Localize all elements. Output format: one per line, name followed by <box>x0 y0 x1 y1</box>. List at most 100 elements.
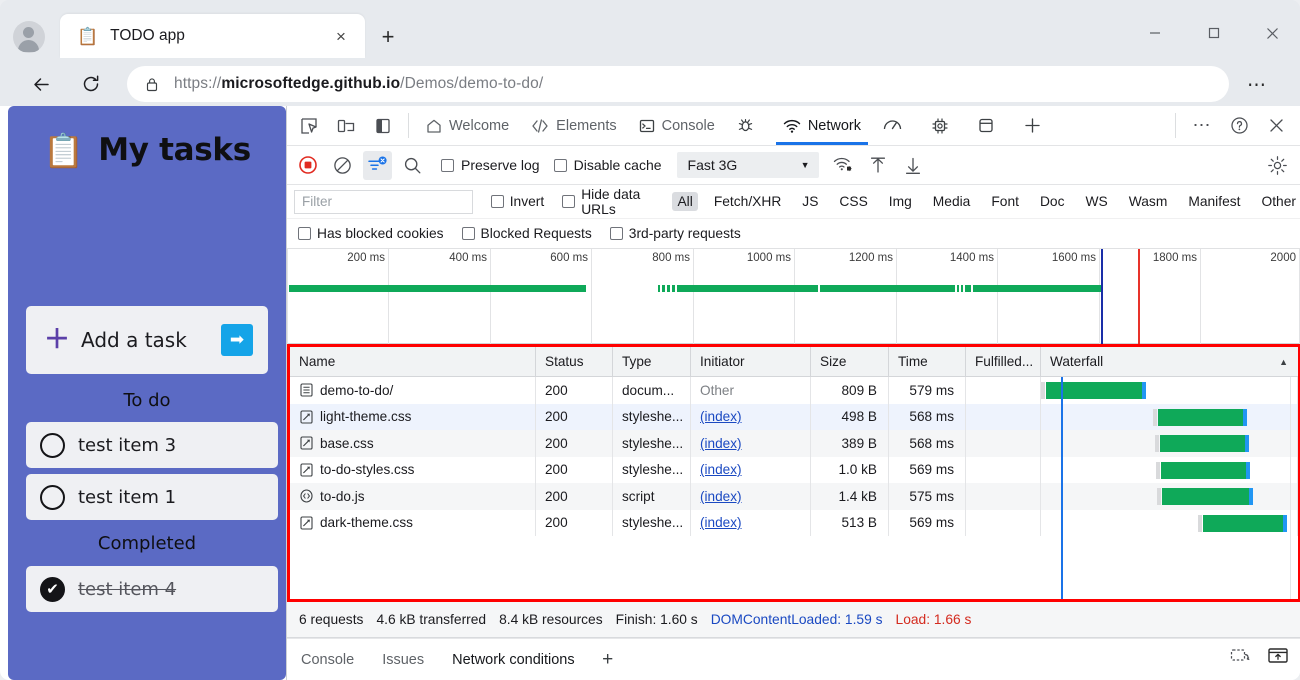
list-item[interactable]: ✔ test item 4 <box>26 566 278 612</box>
tab-application[interactable] <box>967 106 1012 145</box>
filter-type-doc[interactable]: Doc <box>1035 192 1070 211</box>
filter-type-media[interactable]: Media <box>928 192 976 211</box>
add-task-input[interactable]: ＋ Add a task ➡ <box>26 306 268 374</box>
cell-name[interactable]: light-theme.css <box>290 403 536 430</box>
browser-more-menu[interactable]: ⋯ <box>1247 74 1267 97</box>
task-checkbox[interactable] <box>40 432 65 458</box>
clear-network-icon[interactable] <box>328 151 357 180</box>
initiator-link[interactable]: (index) <box>700 436 742 451</box>
drawer-tab-console[interactable]: Console <box>287 639 368 680</box>
cell-name[interactable]: dark-theme.css <box>290 509 536 536</box>
device-emulation-icon[interactable] <box>331 111 361 141</box>
drawer-tab-network-conditions[interactable]: Network conditions <box>438 638 589 680</box>
new-tab-button[interactable]: + <box>375 24 401 50</box>
filter-type-img[interactable]: Img <box>884 192 917 211</box>
filter-active-icon[interactable] <box>363 150 392 180</box>
tab-elements[interactable]: Elements <box>520 106 627 145</box>
devtools-more-icon[interactable]: ⋯ <box>1187 111 1217 141</box>
task-checkbox-checked[interactable]: ✔ <box>40 576 65 602</box>
gear-icon[interactable] <box>1264 152 1291 179</box>
column-header-waterfall[interactable]: Waterfall ▲ <box>1041 347 1298 376</box>
filter-type-all[interactable]: All <box>672 192 698 211</box>
table-row[interactable]: light-theme.css 200 styleshe... (index) … <box>290 403 1298 430</box>
import-har-icon[interactable] <box>864 151 893 180</box>
screencast-icon[interactable] <box>1230 646 1251 670</box>
filter-type-ws[interactable]: WS <box>1081 192 1113 211</box>
initiator-link[interactable]: (index) <box>700 489 742 504</box>
address-bar[interactable]: https://microsoftedge.github.io/Demos/de… <box>127 66 1229 102</box>
drawer-add-tab-button[interactable]: + <box>593 645 623 675</box>
cell-initiator[interactable]: (index) <box>691 509 811 536</box>
cell-name[interactable]: demo-to-do/ <box>290 377 536 404</box>
cell-initiator[interactable]: (index) <box>691 483 811 510</box>
filter-type-css[interactable]: CSS <box>834 192 872 211</box>
tab-network[interactable]: Network <box>771 106 873 145</box>
dock-side-icon[interactable] <box>368 111 398 141</box>
preserve-log-checkbox[interactable]: Preserve log <box>441 157 540 173</box>
filter-type-fetch-xhr[interactable]: Fetch/XHR <box>709 192 786 211</box>
record-stop-icon[interactable] <box>293 151 322 180</box>
filter-type-wasm[interactable]: Wasm <box>1124 192 1173 211</box>
cell-initiator[interactable]: (index) <box>691 430 811 457</box>
network-conditions-icon[interactable] <box>829 151 858 180</box>
browser-tab[interactable]: 📋 TODO app × <box>60 14 365 58</box>
search-icon[interactable] <box>398 151 427 180</box>
initiator-link[interactable]: (index) <box>700 409 742 424</box>
tab-welcome[interactable]: Welcome <box>415 106 520 145</box>
initiator-link[interactable]: (index) <box>700 515 742 530</box>
cell-initiator[interactable]: (index) <box>691 456 811 483</box>
tab-console[interactable]: Console <box>628 106 726 145</box>
invert-checkbox[interactable]: Invert <box>490 194 544 209</box>
inspect-element-icon[interactable] <box>294 111 324 141</box>
list-item[interactable]: test item 3 <box>26 422 278 468</box>
tab-performance[interactable] <box>872 106 920 145</box>
column-header-size[interactable]: Size <box>811 347 889 376</box>
table-row[interactable]: to-do-styles.css 200 styleshe... (index)… <box>290 456 1298 483</box>
cell-name[interactable]: base.css <box>290 430 536 457</box>
filter-type-other[interactable]: Other <box>1256 192 1300 211</box>
has-blocked-cookies-checkbox[interactable]: Has blocked cookies <box>298 226 444 241</box>
filter-type-manifest[interactable]: Manifest <box>1183 192 1245 211</box>
more-tabs-plus-icon[interactable] <box>1012 106 1053 145</box>
column-header-type[interactable]: Type <box>613 347 691 376</box>
add-task-submit-button[interactable]: ➡ <box>221 324 253 356</box>
hide-data-urls-checkbox[interactable]: Hide data URLs <box>562 187 661 217</box>
tab-debugger[interactable] <box>726 106 772 145</box>
dock-to-bottom-icon[interactable] <box>1267 646 1289 670</box>
close-icon[interactable]: × <box>331 26 351 46</box>
reload-icon[interactable] <box>71 64 111 104</box>
drawer-tab-issues[interactable]: Issues <box>368 639 438 680</box>
third-party-requests-checkbox[interactable]: 3rd-party requests <box>609 226 741 241</box>
column-header-name[interactable]: Name <box>290 347 536 376</box>
network-overview-timeline[interactable]: 200 ms 400 ms 600 ms 800 ms 1000 ms 1200… <box>287 249 1300 344</box>
column-header-time[interactable]: Time <box>889 347 966 376</box>
cell-name[interactable]: to-do.js <box>290 483 536 510</box>
back-arrow-icon[interactable] <box>21 64 61 104</box>
table-row[interactable]: dark-theme.css 200 styleshe... (index) 5… <box>290 509 1298 536</box>
column-header-initiator[interactable]: Initiator <box>691 347 811 376</box>
list-item[interactable]: test item 1 <box>26 474 278 520</box>
search-input[interactable]: Filter <box>294 189 473 214</box>
blocked-requests-checkbox[interactable]: Blocked Requests <box>461 226 592 241</box>
profile-avatar[interactable] <box>13 21 45 53</box>
tab-memory[interactable] <box>920 106 967 145</box>
initiator-link[interactable]: (index) <box>700 462 742 477</box>
table-row[interactable]: base.css 200 styleshe... (index) 389 B 5… <box>290 430 1298 457</box>
cell-initiator[interactable]: (index) <box>691 403 811 430</box>
cell-name[interactable]: to-do-styles.css <box>290 456 536 483</box>
devtools-close-icon[interactable] <box>1261 111 1291 141</box>
window-close-button[interactable] <box>1252 18 1292 48</box>
task-checkbox[interactable] <box>40 484 65 510</box>
minimize-button[interactable] <box>1135 18 1175 48</box>
table-row[interactable]: to-do.js 200 script (index) 1.4 kB 575 m… <box>290 483 1298 510</box>
export-har-icon[interactable] <box>899 151 928 180</box>
disable-cache-checkbox[interactable]: Disable cache <box>553 157 662 173</box>
throttling-dropdown[interactable]: Fast 3G ▼ <box>676 152 819 178</box>
maximize-button[interactable] <box>1194 18 1234 48</box>
column-header-status[interactable]: Status <box>536 347 613 376</box>
help-icon[interactable] <box>1224 111 1254 141</box>
filter-type-font[interactable]: Font <box>986 192 1024 211</box>
filter-type-js[interactable]: JS <box>797 192 823 211</box>
column-header-fulfilled[interactable]: Fulfilled... <box>966 347 1041 376</box>
table-row[interactable]: demo-to-do/ 200 docum... Other 809 B 579… <box>290 377 1298 404</box>
